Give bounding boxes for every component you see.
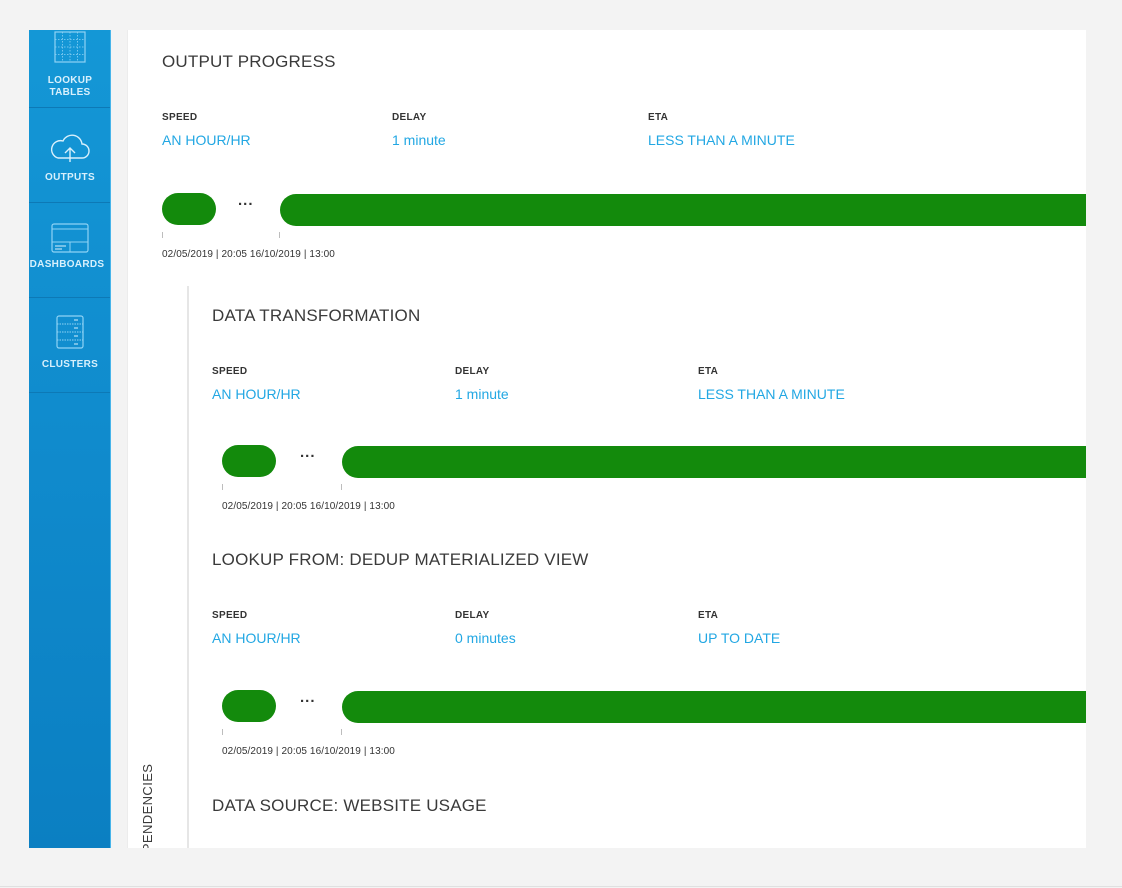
speed-label: SPEED: [212, 610, 248, 621]
progress-bar-main-segment[interactable]: [342, 446, 1086, 478]
timeline-tick: [341, 484, 342, 490]
timeline-tick: [162, 232, 163, 238]
speed-value: AN HOUR/HR: [162, 132, 251, 148]
sidebar-item-dashboards[interactable]: DASHBOARDS: [29, 203, 110, 298]
speed-value: AN HOUR/HR: [212, 386, 301, 402]
dashboard-window-icon: [51, 223, 89, 253]
eta-label: ETA: [698, 366, 719, 377]
progress-bar-main-segment[interactable]: [280, 194, 1086, 226]
progress-bar-ellipsis[interactable]: ...: [300, 444, 316, 461]
delay-label: DELAY: [455, 610, 490, 621]
delay-metric: DELAY 1 minute: [392, 112, 446, 148]
speed-metric: SPEED AN HOUR/HR: [212, 366, 301, 402]
timeline-timestamps: 02/05/2019 | 20:05 16/10/2019 | 13:00: [222, 501, 395, 512]
bottom-divider: [0, 886, 1122, 887]
section-title: DATA TRANSFORMATION: [212, 306, 421, 325]
sidebar-label-line: TABLES: [49, 87, 91, 98]
grid-table-icon: [54, 31, 86, 63]
sidebar-label-line: LOOKUP: [47, 75, 93, 86]
progress-bar-ellipsis[interactable]: ...: [238, 192, 254, 209]
section-title: DATA SOURCE: WEBSITE USAGE: [212, 796, 487, 815]
eta-label: ETA: [648, 112, 669, 123]
sidebar-item-label: OUTPUTS: [45, 172, 95, 183]
sidebar-item-label: CLUSTERS: [41, 359, 99, 370]
eta-value: LESS THAN A MINUTE: [648, 132, 795, 148]
output-progress-panel: OUTPUT PROGRESS SPEED AN HOUR/HR DELAY 1…: [127, 30, 1086, 848]
delay-label: DELAY: [455, 366, 490, 377]
dependencies-label: DEPENDENCIES: [140, 763, 155, 848]
timeline-tick: [341, 729, 342, 735]
timeline-timestamps: 02/05/2019 | 20:05 16/10/2019 | 13:00: [162, 249, 335, 260]
sidebar-item-outputs[interactable]: OUTPUTS: [29, 108, 110, 203]
timeline-tick: [222, 484, 223, 490]
progress-bar-main-segment[interactable]: [342, 691, 1086, 723]
timeline-timestamps: 02/05/2019 | 20:05 16/10/2019 | 13:00: [222, 746, 395, 757]
eta-label: ETA: [698, 610, 719, 621]
delay-label: DELAY: [392, 112, 427, 123]
section-title: OUTPUT PROGRESS: [162, 52, 336, 71]
delay-value: 0 minutes: [455, 630, 516, 646]
progress-bar-start-segment[interactable]: [162, 193, 216, 225]
sidebar-nav: LOOKUP TABLES OUTPUTS DASHBOARDS CLUSTER…: [29, 30, 111, 848]
progress-bar-start-segment[interactable]: [222, 445, 276, 477]
eta-metric: ETA LESS THAN A MINUTE: [698, 366, 845, 402]
delay-metric: DELAY 0 minutes: [455, 610, 516, 646]
delay-value: 1 minute: [392, 132, 446, 148]
eta-value: LESS THAN A MINUTE: [698, 386, 845, 402]
speed-label: SPEED: [162, 112, 198, 123]
section-title: LOOKUP FROM: DEDUP MATERIALIZED VIEW: [212, 550, 589, 569]
sidebar-item-label: LOOKUP TABLES: [48, 75, 93, 99]
eta-metric: ETA LESS THAN A MINUTE: [648, 112, 795, 148]
cloud-upload-icon: [50, 134, 90, 162]
speed-metric: SPEED AN HOUR/HR: [212, 610, 301, 646]
progress-bar-ellipsis[interactable]: ...: [300, 689, 316, 706]
sidebar-item-label: DASHBOARDS: [29, 259, 105, 270]
eta-value: UP TO DATE: [698, 630, 781, 646]
progress-bar-start-segment[interactable]: [222, 690, 276, 722]
delay-value: 1 minute: [455, 386, 509, 402]
eta-metric: ETA UP TO DATE: [698, 610, 780, 646]
speed-metric: SPEED AN HOUR/HR: [162, 112, 251, 148]
timeline-tick: [222, 729, 223, 735]
speed-label: SPEED: [212, 366, 248, 377]
sidebar-item-lookup-tables[interactable]: LOOKUP TABLES: [29, 30, 110, 108]
dependencies-divider: [187, 286, 189, 848]
delay-metric: DELAY 1 minute: [455, 366, 509, 402]
server-rack-icon: [56, 315, 84, 349]
sidebar-item-clusters[interactable]: CLUSTERS: [29, 298, 110, 393]
timeline-tick: [279, 232, 280, 238]
speed-value: AN HOUR/HR: [212, 630, 301, 646]
